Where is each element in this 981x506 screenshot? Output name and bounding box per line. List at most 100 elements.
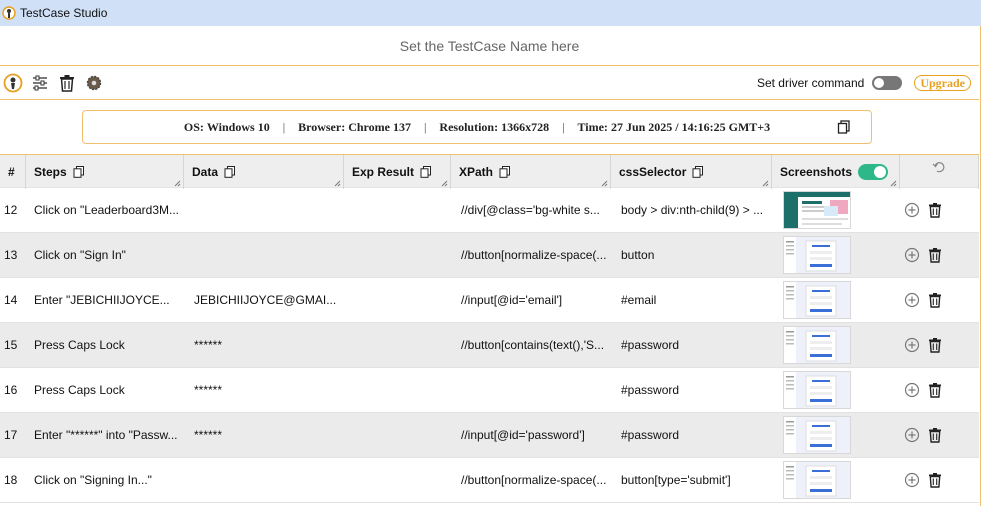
delete-step-icon[interactable] — [928, 202, 944, 218]
table-row[interactable]: 14 Enter "JEBICHIIJOYCE... JEBICHIIJOYCE@G… — [0, 278, 979, 323]
col-steps-header[interactable]: Steps — [26, 155, 184, 189]
step-css-selector-cell[interactable]: body > div:nth-child(9) > ... — [611, 188, 772, 233]
resize-handle-icon[interactable] — [601, 180, 608, 187]
step-description-cell[interactable]: Click on "Leaderboard3M... — [26, 188, 184, 233]
testcase-name-input[interactable] — [289, 37, 690, 54]
copy-column-icon[interactable] — [420, 166, 432, 178]
step-data-cell[interactable] — [184, 458, 344, 503]
table-row[interactable]: 15 Press Caps Lock ****** //button[contains… — [0, 323, 979, 368]
add-step-icon[interactable] — [904, 202, 920, 218]
step-xpath-cell[interactable]: //input[@id='password'] — [451, 413, 611, 458]
resize-handle-icon[interactable] — [762, 180, 769, 187]
table-row[interactable]: 13 Click on "Sign In" //button[normalize-s… — [0, 233, 979, 278]
step-description-cell[interactable]: Press Caps Lock — [26, 323, 184, 368]
step-description-cell[interactable]: Click on "Sign In" — [26, 233, 184, 278]
step-xpath-cell[interactable]: //button[contains(text(),'S... — [451, 323, 611, 368]
step-exp-result-cell[interactable] — [344, 458, 451, 503]
step-css-selector-cell[interactable]: button — [611, 233, 772, 278]
environment-info: OS: Windows 10 | Browser: Chrome 137 | R… — [82, 110, 872, 144]
step-xpath-cell[interactable]: //input[@id='email'] — [451, 278, 611, 323]
table-row[interactable]: 17 Enter "******" into "Passw... ****** //i… — [0, 413, 979, 458]
step-description-cell[interactable]: Click on "Signing In..." — [26, 458, 184, 503]
copy-column-icon[interactable] — [73, 166, 85, 178]
screenshot-thumbnail[interactable] — [783, 326, 851, 364]
screenshot-thumbnail[interactable] — [783, 461, 851, 499]
table-row[interactable]: 18 Click on "Signing In..." //button[norma… — [0, 458, 979, 503]
delete-step-icon[interactable] — [928, 247, 944, 263]
toolbar-right: Set driver command Upgrade — [757, 66, 971, 99]
logo-icon[interactable] — [2, 72, 24, 94]
step-number-cell[interactable]: 15 — [0, 323, 26, 368]
trash-icon[interactable] — [56, 72, 78, 94]
step-exp-result-cell[interactable] — [344, 323, 451, 368]
screenshots-toggle[interactable] — [858, 164, 889, 180]
step-data-cell[interactable] — [184, 188, 344, 233]
gear-icon[interactable] — [83, 72, 105, 94]
table-row[interactable]: 16 Press Caps Lock ****** #password — [0, 368, 979, 413]
col-exp-result-header[interactable]: Exp Result — [344, 155, 451, 189]
screenshot-thumbnail[interactable] — [783, 416, 851, 454]
step-css-selector-cell[interactable]: #password — [611, 323, 772, 368]
step-data-cell[interactable]: JEBICHIIJOYCE@GMAI... — [184, 278, 344, 323]
add-step-icon[interactable] — [904, 382, 920, 398]
screenshot-thumbnail[interactable] — [783, 281, 851, 319]
col-xpath-header[interactable]: XPath — [451, 155, 611, 189]
step-exp-result-cell[interactable] — [344, 278, 451, 323]
step-data-cell[interactable]: ****** — [184, 323, 344, 368]
add-step-icon[interactable] — [904, 472, 920, 488]
step-xpath-cell[interactable]: //button[normalize-space(... — [451, 458, 611, 503]
table-row[interactable]: 12 Click on "Leaderboard3M... //div[@class… — [0, 188, 979, 233]
step-exp-result-cell[interactable] — [344, 188, 451, 233]
resize-handle-icon[interactable] — [441, 180, 448, 187]
screenshot-thumbnail[interactable] — [783, 191, 851, 229]
step-number-cell[interactable]: 17 — [0, 413, 26, 458]
add-step-icon[interactable] — [904, 292, 920, 308]
delete-step-icon[interactable] — [928, 427, 944, 443]
copy-column-icon[interactable] — [224, 166, 236, 178]
step-css-selector-cell[interactable]: button[type='submit'] — [611, 458, 772, 503]
delete-step-icon[interactable] — [928, 292, 944, 308]
add-step-icon[interactable] — [904, 337, 920, 353]
screenshot-thumbnail[interactable] — [783, 236, 851, 274]
screenshot-cell — [772, 278, 900, 323]
step-exp-result-cell[interactable] — [344, 413, 451, 458]
step-description-cell[interactable]: Press Caps Lock — [26, 368, 184, 413]
copy-environment-icon[interactable] — [837, 120, 851, 134]
undo-icon[interactable] — [932, 160, 946, 174]
step-data-cell[interactable] — [184, 233, 344, 278]
resize-handle-icon[interactable] — [890, 180, 897, 187]
delete-step-icon[interactable] — [928, 472, 944, 488]
step-number-cell[interactable]: 13 — [0, 233, 26, 278]
step-number-cell[interactable]: 12 — [0, 188, 26, 233]
row-actions — [900, 233, 979, 278]
step-description-cell[interactable]: Enter "JEBICHIIJOYCE... — [26, 278, 184, 323]
resize-handle-icon[interactable] — [174, 180, 181, 187]
step-description-cell[interactable]: Enter "******" into "Passw... — [26, 413, 184, 458]
step-xpath-cell[interactable]: //button[normalize-space(... — [451, 233, 611, 278]
screenshot-thumbnail[interactable] — [783, 371, 851, 409]
step-exp-result-cell[interactable] — [344, 368, 451, 413]
driver-command-toggle[interactable] — [872, 75, 903, 90]
step-number-cell[interactable]: 16 — [0, 368, 26, 413]
step-css-selector-cell[interactable]: #password — [611, 368, 772, 413]
step-xpath-cell[interactable] — [451, 368, 611, 413]
add-step-icon[interactable] — [904, 247, 920, 263]
step-data-cell[interactable]: ****** — [184, 413, 344, 458]
col-css-selector-header[interactable]: cssSelector — [611, 155, 772, 189]
sliders-icon[interactable] — [29, 72, 51, 94]
step-css-selector-cell[interactable]: #email — [611, 278, 772, 323]
step-data-cell[interactable]: ****** — [184, 368, 344, 413]
add-step-icon[interactable] — [904, 427, 920, 443]
copy-column-icon[interactable] — [499, 166, 511, 178]
step-xpath-cell[interactable]: //div[@class='bg-white s... — [451, 188, 611, 233]
copy-column-icon[interactable] — [692, 166, 704, 178]
delete-step-icon[interactable] — [928, 337, 944, 353]
step-css-selector-cell[interactable]: #password — [611, 413, 772, 458]
delete-step-icon[interactable] — [928, 382, 944, 398]
col-data-header[interactable]: Data — [184, 155, 344, 189]
resize-handle-icon[interactable] — [334, 180, 341, 187]
step-exp-result-cell[interactable] — [344, 233, 451, 278]
step-number-cell[interactable]: 18 — [0, 458, 26, 503]
upgrade-button[interactable]: Upgrade — [914, 74, 971, 91]
step-number-cell[interactable]: 14 — [0, 278, 26, 323]
